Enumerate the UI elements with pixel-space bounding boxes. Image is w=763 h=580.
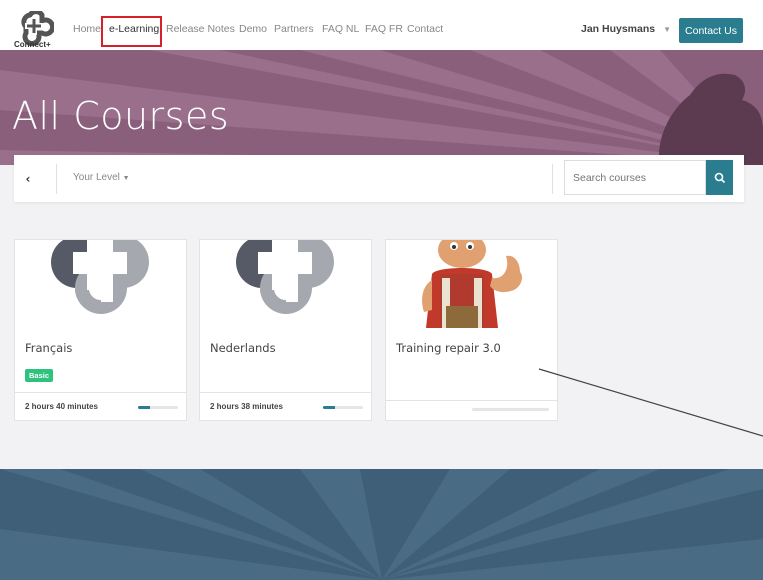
course-title[interactable]: Training repair 3.0 [396,341,501,355]
page-title: All Courses [12,94,230,138]
nav-item-demo[interactable]: Demo [239,23,267,35]
logo-text: Connect+ [14,40,51,49]
connect-plus-graphic-icon [51,240,149,314]
connect-plus-graphic-icon [236,240,334,314]
search-input[interactable] [564,160,706,195]
course-card-francais[interactable]: Français Basic 2 hours 40 minutes [14,239,187,421]
footer-banner [0,469,763,580]
course-card-training-repair[interactable]: Training repair 3.0 [385,239,558,421]
divider [552,164,553,194]
course-footer [386,400,557,420]
caret-down-icon: ▼ [122,175,130,182]
nav-item-faq-fr[interactable]: FAQ FR [365,23,403,35]
nav-item-faq-nl[interactable]: FAQ NL [322,23,359,35]
progress-bar [472,408,549,411]
nav-item-contact[interactable]: Contact [407,23,443,35]
course-duration: 2 hours 40 minutes [25,402,98,411]
chevron-down-icon: ▼ [663,25,672,34]
course-thumbnail [200,240,371,328]
active-nav-highlight-box [101,16,162,47]
course-title[interactable]: Français [25,341,72,355]
course-footer: 2 hours 40 minutes [15,392,186,420]
course-footer: 2 hours 38 minutes [200,392,371,420]
level-badge: Basic [25,369,54,382]
progress-bar [138,406,178,409]
user-menu[interactable]: Jan Huysmans ▼ [581,23,671,35]
hero-banner: All Courses [0,50,763,165]
progress-fill [138,406,150,409]
nav-item-partners[interactable]: Partners [274,23,314,35]
level-dropdown[interactable]: Your Level ▼ [73,172,130,183]
top-navbar: Connect+ Home e-Learning Release Notes D… [0,0,763,57]
course-thumbnail [386,240,557,328]
course-card-nederlands[interactable]: Nederlands 2 hours 38 minutes [199,239,372,421]
course-title[interactable]: Nederlands [210,341,276,355]
contact-us-button[interactable]: Contact Us [679,18,743,43]
nav-item-release-notes[interactable]: Release Notes [166,23,235,35]
course-duration: 2 hours 38 minutes [210,402,283,411]
course-thumbnail [15,240,186,328]
course-filter-bar: ‹ Your Level ▼ [14,155,744,202]
divider [56,164,57,194]
search-icon [714,172,725,183]
progress-bar [323,406,363,409]
progress-fill [323,406,335,409]
back-chevron-icon[interactable]: ‹ [14,155,42,202]
level-label: Your Level [73,172,120,183]
footer-rays-decoration [0,469,763,580]
nav-item-home[interactable]: Home [73,23,101,35]
search-button[interactable] [706,160,733,195]
mechanic-mascot-image [386,240,557,328]
user-name: Jan Huysmans [581,23,656,35]
